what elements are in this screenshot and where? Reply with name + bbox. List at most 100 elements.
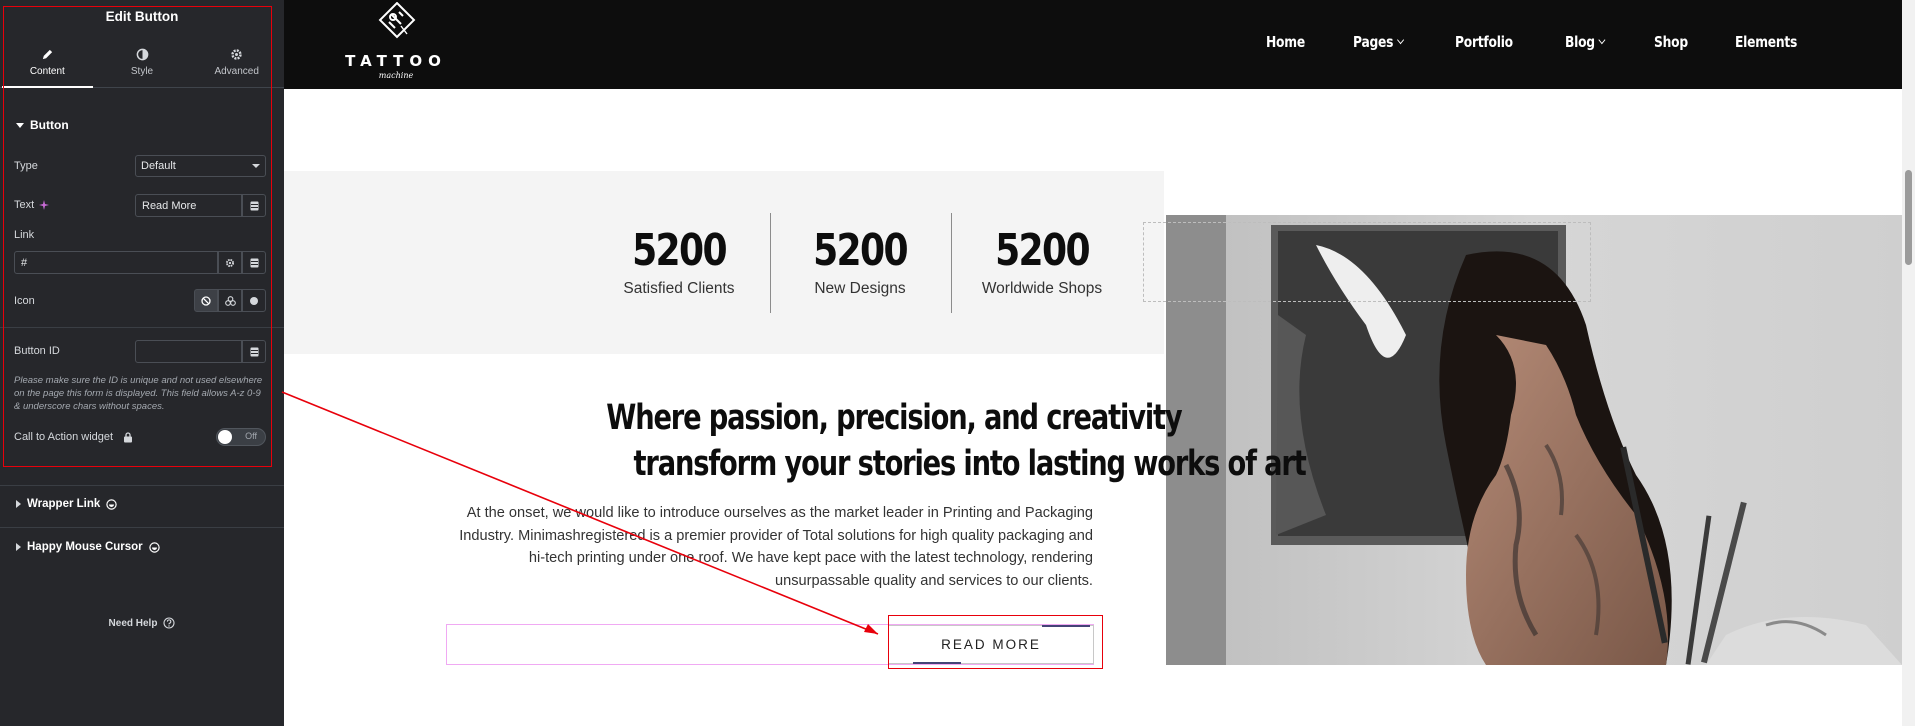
circle-icon	[250, 296, 258, 305]
caret-right-icon	[16, 500, 21, 508]
chevron-down-icon	[1397, 35, 1405, 45]
stat-value: 5200	[632, 225, 728, 276]
nav-item-pages[interactable]: Pages	[1353, 33, 1405, 51]
headline-line-1: Where passion, precision, and creativity	[606, 398, 1182, 438]
half-circle-icon	[136, 48, 148, 61]
nav-item-home[interactable]: Home	[1266, 33, 1305, 51]
dynamic-tags-button[interactable]	[242, 194, 266, 217]
shapes-icon	[224, 295, 236, 306]
nav-item-label: Pages	[1353, 33, 1394, 51]
icon-upload-button[interactable]	[242, 289, 266, 312]
button-accent-line	[913, 662, 961, 664]
scrollbar-thumb[interactable]	[1905, 170, 1912, 265]
stat-value: 5200	[813, 225, 909, 276]
tab-content[interactable]: Content	[0, 38, 95, 88]
section-wrapper-link-toggle[interactable]: Wrapper Link	[16, 498, 117, 510]
text-label-row: Text	[14, 199, 50, 211]
icon-library-button[interactable]	[218, 289, 242, 312]
lock-icon	[124, 431, 133, 442]
button-id-help-text: Please make sure the ID is unique and no…	[14, 375, 263, 412]
link-label: Link	[14, 229, 35, 241]
panel-tabs: Content Style Advanced	[0, 38, 284, 88]
type-select[interactable]: Default	[135, 155, 266, 177]
cta-toggle[interactable]: Off	[216, 428, 266, 446]
database-icon	[250, 258, 258, 267]
caret-down-icon	[16, 122, 24, 128]
nav-item-label: Blog	[1565, 33, 1595, 51]
headline-line-2: transform your stories into lasting work…	[633, 444, 1307, 484]
logo-script: machine	[378, 71, 414, 80]
type-select-value: Default	[141, 160, 176, 172]
tab-style[interactable]: Style	[95, 38, 190, 87]
nav-item-label: Elements	[1734, 33, 1797, 51]
tab-advanced[interactable]: Advanced	[189, 38, 284, 87]
site-logo[interactable]: TATTOO machine	[341, 2, 451, 86]
main-nav: Home Pages Portfolio Blog Shop Elements	[1266, 33, 1849, 51]
nav-item-blog[interactable]: Blog	[1565, 33, 1606, 51]
button-id-input[interactable]	[135, 340, 242, 363]
site-preview: TATTOO machine Home Pages Portfolio Blog…	[284, 0, 1915, 726]
toggle-knob	[218, 430, 232, 444]
nav-item-label: Portfolio	[1454, 33, 1513, 51]
icon-none-button[interactable]	[194, 289, 218, 312]
button-accent-line	[1042, 625, 1090, 627]
chevron-down-icon	[1598, 35, 1606, 45]
icon-label: Icon	[14, 295, 35, 307]
need-help-label: Need Help	[108, 617, 158, 629]
question-circle-icon	[163, 617, 176, 629]
link-dynamic-tags-button[interactable]	[242, 251, 266, 274]
section-mouse-cursor-label: Happy Mouse Cursor	[27, 541, 143, 553]
logo-word: TATTOO	[345, 52, 447, 70]
database-icon	[250, 347, 258, 356]
hero-headline: Where passion, precision, and creativity…	[444, 395, 1307, 487]
divider	[0, 527, 284, 528]
gear-icon	[231, 49, 242, 60]
text-input[interactable]: Read More	[135, 194, 242, 217]
hero-paragraph: At the onset, we would like to introduce…	[459, 505, 1093, 589]
stat-label: Satisfied Clients	[623, 280, 735, 297]
read-more-label: READ MORE	[941, 637, 1041, 652]
link-input[interactable]: #	[14, 251, 218, 274]
nav-item-shop[interactable]: Shop	[1654, 33, 1688, 51]
stat-new-designs: 5200 New Designs	[769, 225, 951, 298]
dropdown-arrow-icon	[252, 164, 260, 168]
tab-content-label: Content	[29, 66, 65, 77]
ai-sparkle-icon[interactable]	[39, 200, 50, 210]
stat-value: 5200	[995, 225, 1091, 276]
gear-icon	[225, 258, 235, 267]
ban-icon	[201, 295, 211, 306]
happy-addons-icon	[148, 541, 160, 553]
section-wrapper-link-label: Wrapper Link	[27, 498, 101, 510]
section-button-toggle[interactable]: Button	[16, 118, 69, 132]
editor-panel: Edit Button Content Style Advanced Butto…	[0, 0, 284, 726]
site-header: TATTOO machine Home Pages Portfolio Blog…	[284, 0, 1902, 89]
tattooed-woman-photo-illustration	[1166, 215, 1902, 665]
stat-worldwide-shops: 5200 Worldwide Shops	[951, 225, 1133, 298]
cta-row: Call to Action widget	[14, 431, 133, 443]
read-more-button[interactable]: READ MORE	[888, 625, 1094, 664]
nav-item-elements[interactable]: Elements	[1735, 33, 1797, 51]
tattoo-machine-icon	[378, 2, 416, 39]
cta-label: Call to Action widget	[14, 431, 114, 443]
section-mouse-cursor-toggle[interactable]: Happy Mouse Cursor	[16, 541, 160, 553]
database-icon	[250, 201, 258, 210]
text-label: Text	[14, 199, 35, 211]
stat-satisfied-clients: 5200 Satisfied Clients	[588, 225, 770, 298]
happy-addons-icon	[106, 498, 117, 510]
tab-advanced-label: Advanced	[214, 66, 259, 77]
type-label: Type	[14, 160, 38, 172]
nav-item-label: Home	[1266, 33, 1305, 51]
caret-right-icon	[16, 543, 21, 551]
button-id-dynamic-tags-button[interactable]	[242, 340, 266, 363]
tab-style-label: Style	[130, 66, 154, 77]
pencil-icon	[42, 49, 52, 60]
page-scrollbar[interactable]	[1902, 0, 1915, 726]
nav-item-portfolio[interactable]: Portfolio	[1455, 33, 1513, 51]
section-button-label: Button	[30, 118, 69, 132]
nav-item-label: Shop	[1653, 33, 1688, 51]
toggle-state-label: Off	[245, 431, 257, 441]
stat-label: New Designs	[814, 280, 906, 297]
link-options-button[interactable]	[218, 251, 242, 274]
divider	[0, 485, 284, 486]
need-help-link[interactable]: Need Help	[0, 617, 284, 629]
